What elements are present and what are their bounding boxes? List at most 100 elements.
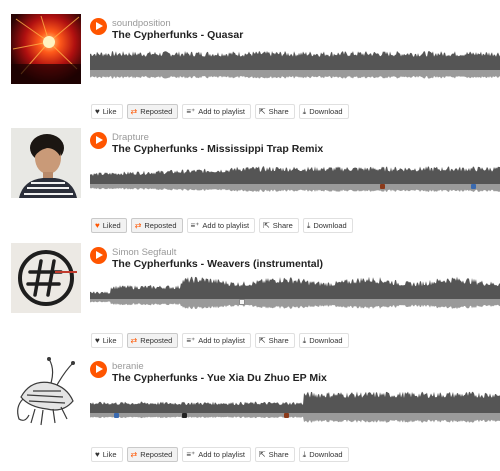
like-label: Like	[102, 107, 117, 116]
like-label: Liked	[102, 221, 121, 230]
comment-marker[interactable]	[114, 413, 119, 418]
heart-icon: ♥	[95, 220, 100, 230]
repost-label: Reposted	[140, 336, 173, 345]
track-title[interactable]: The Cypherfunks - Weavers (instrumental)	[112, 258, 323, 270]
track-actions: ♥ Like ⇄ Reposted ≡⁺ Add to playlist ⇱ Share…	[91, 447, 349, 462]
repost-label: Reposted	[144, 221, 177, 230]
share-button[interactable]: ⇱ Share	[259, 218, 299, 233]
track-actions: ♥ Like ⇄ Reposted ≡⁺ Add to playlist ⇱ Share…	[91, 333, 349, 348]
play-button[interactable]	[90, 18, 107, 35]
track-artwork[interactable]	[11, 243, 81, 313]
download-label: Download	[313, 221, 347, 230]
comment-marker[interactable]	[380, 184, 385, 189]
comment-marker[interactable]	[471, 184, 476, 189]
track-title[interactable]: The Cypherfunks - Mississippi Trap Remix	[112, 143, 323, 155]
download-label: Download	[309, 450, 343, 459]
add-to-playlist-label: Add to playlist	[198, 336, 245, 345]
share-icon: ⇱	[258, 335, 266, 345]
heart-icon: ♥	[95, 335, 100, 345]
waveform-upper	[90, 391, 500, 413]
waveform-upper	[90, 276, 500, 299]
like-button[interactable]: ♥ Like	[91, 104, 123, 119]
track-title[interactable]: The Cypherfunks - Yue Xia Du Zhuo EP Mix	[112, 372, 327, 384]
playlist-add-icon: ≡⁺	[186, 106, 196, 116]
share-label: Share	[268, 107, 289, 116]
repost-button[interactable]: ⇄ Reposted	[130, 218, 183, 233]
waveform-upper	[90, 166, 500, 184]
waveform-upper	[90, 50, 500, 70]
repost-button[interactable]: ⇄ Reposted	[126, 447, 179, 462]
like-label: Like	[102, 336, 117, 345]
like-label: Like	[102, 450, 117, 459]
track-item: beranie The Cypherfunks - Yue Xia Du Zhu…	[0, 357, 500, 471]
playlist-add-icon: ≡⁺	[190, 220, 200, 230]
download-label: Download	[309, 336, 343, 345]
repost-button[interactable]: ⇄ Reposted	[126, 333, 179, 348]
download-icon: ⤓	[302, 106, 307, 116]
play-button[interactable]	[90, 361, 107, 378]
share-icon: ⇱	[258, 449, 266, 459]
like-button[interactable]: ♥ Like	[91, 333, 123, 348]
waveform[interactable]	[90, 274, 500, 322]
heart-icon: ♥	[95, 449, 100, 459]
playlist-add-icon: ≡⁺	[186, 335, 196, 345]
download-button[interactable]: ⤓ Download	[298, 447, 349, 462]
download-icon: ⤓	[302, 449, 307, 459]
comment-marker[interactable]	[284, 413, 289, 418]
add-to-playlist-label: Add to playlist	[198, 107, 245, 116]
download-button[interactable]: ⤓ Download	[298, 333, 349, 348]
repost-label: Reposted	[140, 450, 173, 459]
waveform-reflection	[90, 184, 500, 192]
track-actions: ♥ Liked ⇄ Reposted ≡⁺ Add to playlist ⇱ Shar…	[91, 218, 353, 233]
like-button[interactable]: ♥ Like	[91, 447, 123, 462]
share-button[interactable]: ⇱ Share	[254, 333, 295, 348]
repost-label: Reposted	[140, 107, 173, 116]
track-item: Drapture The Cypherfunks - Mississippi T…	[0, 128, 500, 242]
track-item: Simon Segfault The Cypherfunks - Weavers…	[0, 243, 500, 357]
track-artwork[interactable]	[11, 128, 81, 198]
track-uploader[interactable]: Simon Segfault	[112, 247, 176, 258]
download-button[interactable]: ⤓ Download	[298, 104, 349, 119]
share-label: Share	[268, 336, 289, 345]
waveform-reflection	[90, 413, 500, 423]
share-icon: ⇱	[258, 106, 266, 116]
add-to-playlist-label: Add to playlist	[202, 221, 250, 230]
track-artwork[interactable]	[11, 14, 81, 84]
track-artwork[interactable]	[11, 357, 81, 427]
track-actions: ♥ Like ⇄ Reposted ≡⁺ Add to playlist ⇱ Share…	[91, 104, 349, 119]
comment-marker[interactable]	[182, 413, 187, 418]
add-to-playlist-button[interactable]: ≡⁺ Add to playlist	[186, 218, 256, 233]
share-button[interactable]: ⇱ Share	[254, 447, 295, 462]
add-to-playlist-label: Add to playlist	[198, 450, 245, 459]
share-label: Share	[268, 450, 289, 459]
track-title[interactable]: The Cypherfunks - Quasar	[112, 29, 243, 41]
download-icon: ⤓	[302, 335, 307, 345]
repost-icon: ⇄	[130, 335, 138, 345]
track-uploader[interactable]: soundposition	[112, 18, 171, 29]
add-to-playlist-button[interactable]: ≡⁺ Add to playlist	[182, 333, 251, 348]
add-to-playlist-button[interactable]: ≡⁺ Add to playlist	[182, 447, 251, 462]
share-icon: ⇱	[263, 220, 270, 230]
download-button[interactable]: ⤓ Download	[302, 218, 353, 233]
waveform[interactable]	[90, 45, 500, 93]
download-label: Download	[309, 107, 343, 116]
playlist-add-icon: ≡⁺	[186, 449, 196, 459]
track-uploader[interactable]: Drapture	[112, 132, 149, 143]
track-item: soundposition The Cypherfunks - Quasar ♥…	[0, 14, 500, 128]
repost-icon: ⇄	[134, 220, 142, 230]
share-label: Share	[272, 221, 293, 230]
add-to-playlist-button[interactable]: ≡⁺ Add to playlist	[182, 104, 251, 119]
share-button[interactable]: ⇱ Share	[254, 104, 295, 119]
repost-icon: ⇄	[130, 106, 138, 116]
waveform[interactable]	[90, 388, 500, 436]
like-button[interactable]: ♥ Liked	[91, 218, 127, 233]
download-icon: ⤓	[306, 220, 311, 230]
waveform-reflection	[90, 299, 500, 310]
play-button[interactable]	[90, 132, 107, 149]
track-uploader[interactable]: beranie	[112, 361, 144, 372]
waveform[interactable]	[90, 159, 500, 207]
comment-marker[interactable]	[239, 299, 245, 305]
play-button[interactable]	[90, 247, 107, 264]
heart-icon: ♥	[95, 106, 100, 116]
repost-button[interactable]: ⇄ Reposted	[126, 104, 179, 119]
